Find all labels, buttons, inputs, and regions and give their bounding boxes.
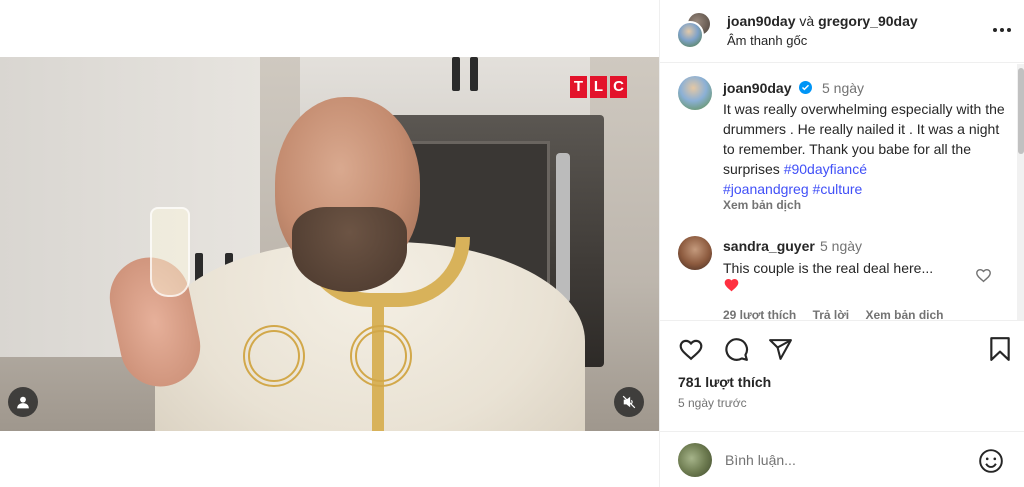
comment-username[interactable]: sandra_guyer <box>723 238 815 254</box>
share-button[interactable] <box>766 335 794 363</box>
post-timestamp[interactable]: 5 ngày trước <box>678 396 747 410</box>
see-translation-link[interactable]: Xem bản dịch <box>865 308 943 320</box>
likes-count[interactable]: 781 lượt thích <box>678 374 771 390</box>
emoji-picker-button[interactable] <box>978 448 1004 474</box>
verified-badge-icon <box>799 81 812 94</box>
hashtag-link[interactable]: #90dayfiancé <box>784 161 867 177</box>
comment-likes-count[interactable]: 29 lượt thích <box>723 308 796 320</box>
like-button[interactable] <box>677 335 705 363</box>
comment-meta: 29 lượt thích Trả lời Xem bản dịch <box>723 308 957 320</box>
hashtag-link[interactable]: #culture <box>813 181 863 197</box>
comment-input[interactable] <box>725 450 965 470</box>
avatar[interactable] <box>678 76 712 110</box>
red-heart-emoji <box>723 277 740 297</box>
comment-composer <box>660 431 1024 487</box>
original-audio-link[interactable]: Âm thanh gốc <box>727 33 807 48</box>
see-translation-link[interactable]: Xem bản dịch <box>723 198 801 212</box>
avatar[interactable] <box>678 236 712 270</box>
author-secondary-link[interactable]: gregory_90day <box>818 13 918 29</box>
author-conjunction: và <box>799 13 815 29</box>
heart-icon <box>976 268 991 283</box>
user-tag-icon <box>17 396 29 409</box>
post-header: joan90day và gregory_90day Âm thanh gốc <box>660 0 1024 63</box>
post-authors: joan90day và gregory_90day <box>727 13 918 29</box>
post-actions: 781 lượt thích 5 ngày trước <box>660 320 1024 430</box>
comment-text: This couple is the real deal here... <box>723 260 934 276</box>
author-primary-link[interactable]: joan90day <box>727 13 795 29</box>
post-side-panel: joan90day và gregory_90day Âm thanh gốc … <box>659 0 1024 487</box>
heart-icon <box>679 339 703 361</box>
tlc-letter: T <box>570 76 587 98</box>
emoji-icon <box>979 449 1003 473</box>
mute-toggle-button[interactable] <box>614 387 644 417</box>
comment-icon <box>725 338 749 361</box>
avatar <box>678 443 712 477</box>
comment-button[interactable] <box>722 335 750 363</box>
more-options-icon[interactable] <box>990 20 1014 40</box>
tagged-users-button[interactable] <box>8 387 38 417</box>
reply-button[interactable]: Trả lời <box>813 308 850 320</box>
bookmark-icon <box>990 337 1010 361</box>
tlc-letter: L <box>590 76 607 98</box>
hashtag-link[interactable]: #joanandgreg <box>723 181 809 197</box>
reel-video[interactable] <box>0 57 659 431</box>
tlc-logo: T L C <box>570 76 627 98</box>
caption-username[interactable]: joan90day <box>723 80 791 96</box>
caption-time[interactable]: 5 ngày <box>822 80 864 96</box>
save-button[interactable] <box>986 335 1014 363</box>
media-column: T L C <box>0 0 659 487</box>
comment-like-button[interactable] <box>975 267 992 288</box>
comment-time[interactable]: 5 ngày <box>820 238 862 254</box>
scrollbar-thumb[interactable] <box>1018 68 1024 154</box>
mute-icon <box>622 395 636 409</box>
avatar-primary[interactable] <box>676 21 704 49</box>
share-icon <box>768 338 792 360</box>
tlc-letter: C <box>610 76 627 98</box>
caption-text: It was really overwhelming especially wi… <box>723 99 1008 199</box>
comments-section: joan90day 5 ngày It was really overwhelm… <box>660 64 1024 320</box>
